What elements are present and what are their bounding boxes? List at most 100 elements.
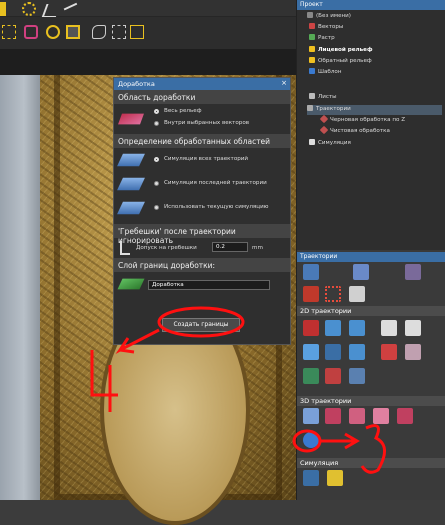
toolpath-tool-6-icon[interactable] [349,286,365,302]
3d-cutout-icon[interactable] [397,408,413,424]
create-boundaries-button[interactable]: Создать границы [162,318,240,332]
offset-icon[interactable] [2,25,16,39]
toolpaths-title: Траектории [300,253,338,260]
tolerance-label: Допуск на гребешки [136,245,197,251]
radio-inside-vectors[interactable] [154,121,159,126]
curve-icon[interactable] [41,4,61,18]
prism-icon[interactable] [349,344,365,360]
3d-rough-icon[interactable] [303,408,319,424]
tolerance-row: Допуск на гребешки 0.2 mm [114,238,290,258]
tree-item-vectors[interactable]: Векторы [309,23,343,33]
project-title: Проект [300,1,323,8]
section-layer: Слой границ доработки: [114,258,290,272]
edit-toolbar [0,17,296,49]
rework-dialog: Доработка × Область доработки Весь релье… [113,77,291,345]
inlay-icon[interactable] [381,344,397,360]
tree-item-back-relief[interactable]: Обратный рельеф [309,57,372,67]
tree-label: Траектории [316,106,351,112]
tolerance-icon [120,241,130,255]
radio-all-relief[interactable] [154,109,159,114]
toolpath-tool-3-icon[interactable] [405,264,421,280]
radio-sim-all[interactable] [154,157,159,162]
toolpath-tool-2-icon[interactable] [353,264,369,280]
tree-item-rough-z[interactable]: Черновая обработка по Z [319,114,406,126]
mirror-icon[interactable] [24,25,38,39]
subtract-icon[interactable] [66,25,80,39]
section-2d: 2D траектории [297,306,445,316]
node-edit-icon[interactable] [22,2,36,16]
project-header: Проект [297,0,445,10]
tree-label: Обратный рельеф [318,58,372,64]
label-inside-vectors: Внутри выбранных векторов [164,120,250,126]
engrave-icon[interactable] [405,320,421,336]
section-area: Область доработки [114,90,290,104]
toolpath-tool-1-icon[interactable] [303,264,319,280]
tree-label: Векторы [318,24,344,30]
tolerance-unit: mm [252,245,263,251]
thread-icon[interactable] [303,368,319,384]
tree-item-root[interactable]: (Без имени) [307,12,351,22]
tree-label: Симуляция [318,140,351,146]
chamfer-icon[interactable] [405,344,421,360]
tree-item-raster[interactable]: Растр [309,34,335,44]
pocket-icon[interactable] [325,320,341,336]
tree-label: Лицевой рельеф [318,47,373,53]
tree-label: Черновая обработка по Z [330,117,406,123]
3d-profile-icon[interactable] [349,408,365,424]
toolpaths-header: Траектории [297,252,445,262]
label-sim-all: Симуляция всех траекторий [164,156,249,162]
drill-icon[interactable] [349,320,365,336]
sim-current-icon [117,201,145,215]
raster-icon[interactable] [349,368,365,384]
layer-row: Доработка [114,272,290,296]
3d-project-icon[interactable] [373,408,389,424]
tree-item-toolpaths[interactable]: Траектории [307,105,442,115]
sim-last-row: Симуляция последней траектории [114,172,290,196]
area-options: Весь рельеф Внутри выбранных векторов [114,104,290,134]
section-3d: 3D траектории [297,396,445,406]
section-processed: Определение обработанных областей [114,134,290,148]
fluting-icon[interactable] [303,344,319,360]
sim-last-icon [117,177,145,191]
sim-current-row: Использовать текущую симуляцию [114,196,290,220]
label-sim-last: Симуляция последней траектории [164,180,267,186]
tree-label: Чистовая обработка [330,128,390,134]
close-icon[interactable]: × [281,79,287,87]
tree-item-finish[interactable]: Чистовая обработка [319,125,390,137]
node-icon[interactable] [130,25,144,39]
toolpath-tool-5-icon[interactable] [325,286,341,302]
dialog-title-bar[interactable]: Доработка × [114,78,290,90]
trim-icon[interactable] [112,25,126,39]
tree-item-simulation[interactable]: Симуляция [309,139,351,149]
sim-all-icon [117,153,145,167]
toolpath-tool-4-icon[interactable] [303,286,319,302]
rework-icon[interactable] [303,432,319,448]
tree-label: Растр [318,35,335,41]
project-tree: (Без имени) Векторы Растр Лицевой рельеф… [297,10,445,250]
radio-sim-last[interactable] [154,181,159,186]
radio-sim-current[interactable] [154,205,159,210]
viewport-background [0,75,40,500]
layers-icon[interactable] [0,2,6,16]
sim-all-row: Симуляция всех траекторий [114,148,290,172]
dialog-title: Доработка [118,80,155,88]
texture-icon[interactable] [325,344,341,360]
tolerance-input[interactable]: 0.2 [212,242,248,252]
weld-icon[interactable] [46,25,60,39]
tree-label: Шаблон [318,69,342,75]
vcarve-icon[interactable] [381,320,397,336]
tree-label: Листы [318,94,337,100]
tree-label: (Без имени) [316,13,351,19]
tree-item-sheets[interactable]: Листы [309,93,337,103]
fillet-icon[interactable] [92,25,106,39]
moulding-icon[interactable] [325,368,341,384]
profile-icon[interactable] [303,320,319,336]
3d-finish-icon[interactable] [325,408,341,424]
layer-name-input[interactable]: Доработка [148,280,270,290]
label-sim-current: Использовать текущую симуляцию [164,204,269,210]
section-ignore: 'Гребешки' после траектории игнорировать [114,224,290,245]
reset-simulation-icon[interactable] [327,470,343,486]
tree-item-front-relief[interactable]: Лицевой рельеф [309,46,373,56]
tree-item-template[interactable]: Шаблон [309,68,342,78]
simulate-icon[interactable] [303,470,319,486]
